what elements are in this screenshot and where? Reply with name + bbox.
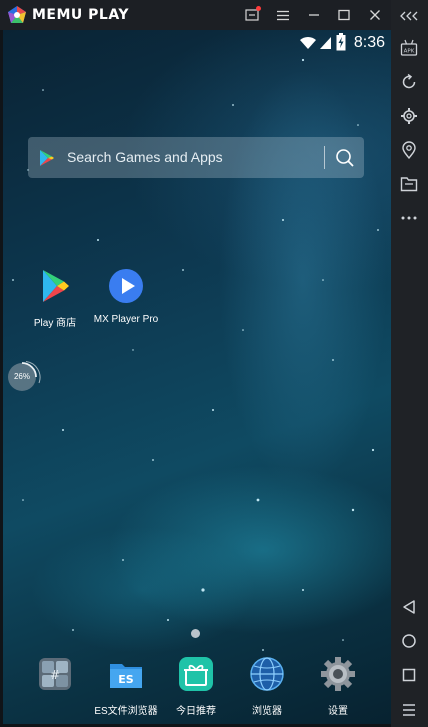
- play-store-icon: [43, 270, 69, 302]
- app-label: ES文件浏览器: [94, 706, 158, 717]
- dock-settings[interactable]: 设置: [298, 656, 378, 717]
- android-recents-button[interactable]: [396, 662, 422, 688]
- memory-widget[interactable]: 26%: [6, 361, 41, 393]
- notification-dot: [256, 6, 261, 11]
- wifi-icon: [300, 36, 316, 49]
- app-mx-player-pro[interactable]: MX Player Pro: [86, 268, 166, 325]
- android-home-button[interactable]: [396, 628, 422, 654]
- svg-text:APK: APK: [404, 49, 415, 55]
- tools-icon: #: [39, 658, 71, 690]
- close-button[interactable]: [364, 5, 386, 25]
- brand-name: MEMU PLAY: [32, 7, 129, 23]
- home-icon: [402, 634, 416, 648]
- app-logo: MEMU PLAY: [7, 5, 129, 25]
- rotate-button[interactable]: [396, 69, 422, 95]
- apk-install-button[interactable]: APK: [396, 35, 422, 61]
- location-button[interactable]: [396, 137, 422, 163]
- rotate-icon: [402, 73, 416, 89]
- settings-gear-icon: [321, 657, 355, 691]
- title-bar: MEMU PLAY: [0, 0, 428, 30]
- browser-icon: [250, 657, 284, 691]
- more-button[interactable]: [396, 205, 422, 231]
- dock-recommended[interactable]: 今日推荐: [156, 656, 236, 717]
- maximize-icon: [338, 9, 350, 21]
- dock-browser[interactable]: 浏览器: [227, 656, 307, 717]
- android-back-button[interactable]: [396, 594, 422, 620]
- location-icon: [402, 141, 416, 159]
- page-indicator: [191, 629, 200, 638]
- android-screen: 8:36 Search Games and Apps Play 商店 MX Pl…: [3, 30, 391, 724]
- collapse-toolbar-button[interactable]: [396, 3, 422, 29]
- close-icon: [370, 10, 380, 20]
- recents-icon: [402, 668, 416, 682]
- more-icon: [401, 216, 417, 220]
- maximize-button[interactable]: [333, 5, 355, 25]
- app-label: 浏览器: [252, 706, 282, 717]
- menu-icon: [277, 10, 289, 20]
- apk-install-icon: APK: [400, 39, 418, 56]
- search-icon[interactable]: [335, 148, 355, 168]
- app-label: 今日推荐: [176, 706, 216, 717]
- settings-button[interactable]: [396, 103, 422, 129]
- app-list-button[interactable]: [396, 697, 422, 723]
- svg-text:#: #: [50, 668, 60, 682]
- play-store-small-icon: [40, 150, 54, 166]
- search-bar[interactable]: Search Games and Apps: [28, 137, 364, 178]
- memory-percent: 26%: [13, 372, 30, 381]
- dock-tools[interactable]: #: [15, 656, 95, 697]
- folder-icon: [400, 177, 418, 192]
- signal-icon: [320, 37, 331, 49]
- search-divider: [324, 146, 325, 169]
- clock: 8:36: [353, 34, 385, 51]
- starfield-wallpaper: [12, 58, 379, 651]
- menu-button[interactable]: [272, 5, 294, 25]
- shared-folder-button[interactable]: [396, 171, 422, 197]
- status-bar: 8:36: [3, 30, 391, 56]
- screenshot-button[interactable]: [241, 5, 263, 25]
- app-label: Play 商店: [33, 318, 77, 329]
- svg-text:ES: ES: [118, 673, 134, 686]
- search-placeholder: Search Games and Apps: [67, 149, 223, 165]
- minimize-icon: [309, 14, 319, 16]
- list-icon: [403, 704, 415, 716]
- battery-charging-icon: [336, 33, 346, 51]
- settings-icon: [401, 108, 417, 124]
- gift-icon: [179, 657, 213, 691]
- back-icon: [403, 600, 415, 614]
- dock-es-file-explorer[interactable]: ES ES文件浏览器: [86, 656, 166, 717]
- collapse-icon: [400, 11, 418, 21]
- es-file-explorer-icon: ES: [110, 664, 142, 688]
- memu-logo-icon: [8, 6, 26, 23]
- app-label: 设置: [328, 706, 348, 717]
- right-toolbar: APK: [391, 0, 428, 727]
- mx-player-icon: [109, 269, 143, 303]
- minimize-button[interactable]: [303, 5, 325, 25]
- app-label: MX Player Pro: [93, 314, 159, 325]
- app-play-store[interactable]: Play 商店: [15, 268, 95, 329]
